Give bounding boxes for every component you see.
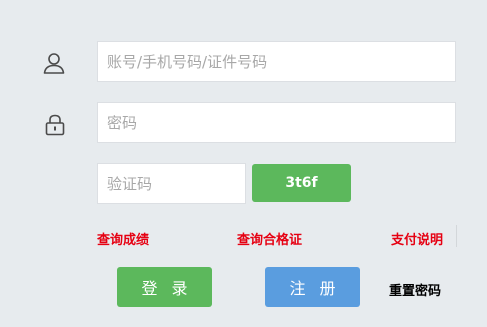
query-certificate-link[interactable]: 查询合格证 — [237, 229, 302, 248]
divider — [456, 225, 457, 247]
reset-password-link[interactable]: 重置密码 — [389, 280, 441, 299]
login-button[interactable]: 登录 — [117, 267, 212, 307]
query-score-link[interactable]: 查询成绩 — [97, 229, 149, 248]
password-input[interactable] — [97, 102, 456, 143]
captcha-image[interactable]: 3t6f — [252, 164, 351, 202]
user-icon — [43, 53, 65, 74]
lock-icon — [45, 114, 65, 136]
captcha-input[interactable] — [97, 163, 246, 204]
payment-info-link[interactable]: 支付说明 — [391, 229, 443, 248]
account-input[interactable] — [97, 41, 456, 82]
register-button[interactable]: 注册 — [265, 267, 360, 307]
